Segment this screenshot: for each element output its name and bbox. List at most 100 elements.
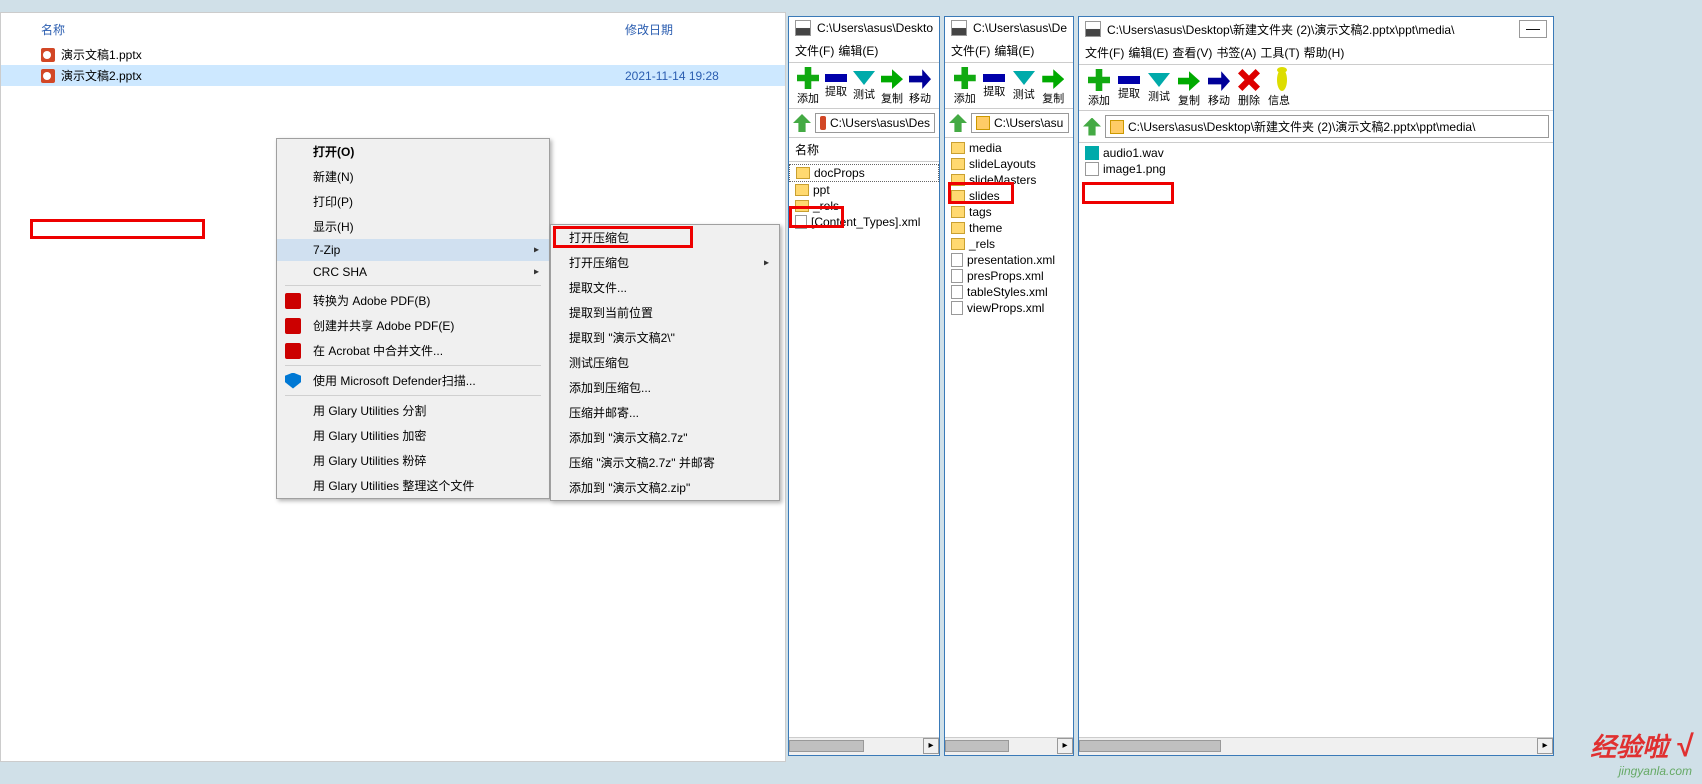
menu-bookmark[interactable]: 书签(A) <box>1216 44 1256 61</box>
menu-file[interactable]: 文件(F) <box>951 42 990 59</box>
menu-glary-encrypt[interactable]: 用 Glary Utilities 加密 <box>277 423 549 448</box>
menu-glary-split[interactable]: 用 Glary Utilities 分割 <box>277 398 549 423</box>
menu-share-pdf[interactable]: 创建并共享 Adobe PDF(E) <box>277 313 549 338</box>
menu-edit[interactable]: 编辑(E) <box>838 42 878 59</box>
scroll-thumb[interactable] <box>945 740 1009 752</box>
btn-test[interactable]: 测试 <box>1145 69 1173 108</box>
address-input[interactable]: C:\Users\asu <box>971 113 1069 133</box>
sub-extract-here[interactable]: 提取到当前位置 <box>551 300 779 325</box>
btn-extract[interactable]: 提取 <box>981 67 1009 106</box>
btn-test[interactable]: 测试 <box>1010 67 1038 106</box>
horizontal-scrollbar[interactable]: ▸ <box>789 737 939 755</box>
horizontal-scrollbar[interactable]: ▸ <box>945 737 1073 755</box>
btn-add[interactable]: 添加 <box>1085 69 1113 108</box>
list-item[interactable]: [Content_Types].xml <box>789 214 939 230</box>
list-item[interactable]: presProps.xml <box>945 268 1073 284</box>
list-item[interactable]: docProps <box>789 164 939 182</box>
menu-7zip[interactable]: 7-Zip▸ <box>277 239 549 261</box>
btn-delete[interactable]: 删除 <box>1235 69 1263 108</box>
menu-separator <box>285 395 541 396</box>
up-icon[interactable] <box>1083 118 1101 136</box>
btn-extract[interactable]: 提取 <box>1115 69 1143 108</box>
menu-file[interactable]: 文件(F) <box>795 42 834 59</box>
file-list: docProps ppt _rels [Content_Types].xml <box>789 162 939 737</box>
pdf-icon <box>285 293 301 309</box>
sub-compress-mail[interactable]: 压缩并邮寄... <box>551 400 779 425</box>
sub-open-archive-more[interactable]: 打开压缩包▸ <box>551 250 779 275</box>
list-item[interactable]: slides <box>945 188 1073 204</box>
file-row[interactable]: 演示文稿1.pptx <box>1 44 785 65</box>
chevron-right-icon: ▸ <box>764 257 769 268</box>
btn-move[interactable]: 移动 <box>907 67 933 106</box>
menu-tool[interactable]: 工具(T) <box>1260 44 1299 61</box>
menu-help[interactable]: 帮助(H) <box>1304 44 1345 61</box>
title-bar[interactable]: C:\Users\asus\Desktop <box>789 17 939 39</box>
column-header-row: 名称 修改日期 <box>1 13 785 44</box>
list-item[interactable]: media <box>945 140 1073 156</box>
7zip-icon <box>1085 21 1101 37</box>
menu-edit[interactable]: 编辑(E) <box>994 42 1034 59</box>
menu-glary-shred[interactable]: 用 Glary Utilities 粉碎 <box>277 448 549 473</box>
btn-move[interactable]: 移动 <box>1205 69 1233 108</box>
sub-extract-to[interactable]: 提取到 "演示文稿2\" <box>551 325 779 350</box>
address-bar: C:\Users\asus\Desktop\新建文件夹 (2)\演示文稿2.pp… <box>1079 111 1553 143</box>
list-item[interactable]: viewProps.xml <box>945 300 1073 316</box>
scroll-right-icon[interactable]: ▸ <box>923 738 939 754</box>
scroll-right-icon[interactable]: ▸ <box>1057 738 1073 754</box>
btn-copy[interactable]: 复制 <box>1175 69 1203 108</box>
menu-view[interactable]: 查看(V) <box>1172 44 1212 61</box>
title-bar[interactable]: C:\Users\asus\Desktop\新建文件夹 (2)\演示文稿2.pp… <box>1079 17 1553 41</box>
menu-show[interactable]: 显示(H) <box>277 214 549 239</box>
scroll-thumb[interactable] <box>1079 740 1221 752</box>
sub-extract-files[interactable]: 提取文件... <box>551 275 779 300</box>
list-item[interactable]: presentation.xml <box>945 252 1073 268</box>
menu-glary-tidy[interactable]: 用 Glary Utilities 整理这个文件 <box>277 473 549 498</box>
btn-test[interactable]: 测试 <box>851 67 877 106</box>
menu-bar: 文件(F)编辑(E) <box>789 39 939 63</box>
title-bar[interactable]: C:\Users\asus\Des <box>945 17 1073 39</box>
horizontal-scrollbar[interactable]: ▸ <box>1079 737 1553 755</box>
sub-open-archive[interactable]: 打开压缩包 <box>551 225 779 250</box>
menu-acrobat-merge[interactable]: 在 Acrobat 中合并文件... <box>277 338 549 363</box>
list-item[interactable]: audio1.wav <box>1079 145 1553 161</box>
menu-file[interactable]: 文件(F) <box>1085 44 1124 61</box>
address-input[interactable]: C:\Users\asus\Des <box>815 113 935 133</box>
sub-test[interactable]: 测试压缩包 <box>551 350 779 375</box>
list-item[interactable]: ppt <box>789 182 939 198</box>
list-item[interactable]: _rels <box>945 236 1073 252</box>
col-date[interactable]: 修改日期 <box>625 21 745 38</box>
list-item[interactable]: tableStyles.xml <box>945 284 1073 300</box>
btn-copy[interactable]: 复制 <box>1040 67 1068 106</box>
list-item[interactable]: slideMasters <box>945 172 1073 188</box>
up-icon[interactable] <box>949 114 967 132</box>
sub-add-7z[interactable]: 添加到 "演示文稿2.7z" <box>551 425 779 450</box>
list-item[interactable]: image1.png <box>1079 161 1553 177</box>
btn-info[interactable]: 信息 <box>1265 69 1293 108</box>
sub-add-archive[interactable]: 添加到压缩包... <box>551 375 779 400</box>
scroll-thumb[interactable] <box>789 740 864 752</box>
list-item[interactable]: slideLayouts <box>945 156 1073 172</box>
file-row-selected[interactable]: 演示文稿2.pptx 2021-11-14 19:28 <box>1 65 785 86</box>
list-header[interactable]: 名称 <box>789 138 939 162</box>
address-input[interactable]: C:\Users\asus\Desktop\新建文件夹 (2)\演示文稿2.pp… <box>1105 115 1549 138</box>
list-item[interactable]: _rels <box>789 198 939 214</box>
menu-crc-sha[interactable]: CRC SHA▸ <box>277 261 549 283</box>
scroll-right-icon[interactable]: ▸ <box>1537 738 1553 754</box>
menu-convert-pdf[interactable]: 转换为 Adobe PDF(B) <box>277 288 549 313</box>
menu-edit[interactable]: 编辑(E) <box>1128 44 1168 61</box>
menu-defender[interactable]: 使用 Microsoft Defender扫描... <box>277 368 549 393</box>
up-icon[interactable] <box>793 114 811 132</box>
btn-add[interactable]: 添加 <box>795 67 821 106</box>
btn-add[interactable]: 添加 <box>951 67 979 106</box>
sub-add-zip[interactable]: 添加到 "演示文稿2.zip" <box>551 475 779 500</box>
menu-new[interactable]: 新建(N) <box>277 164 549 189</box>
menu-print[interactable]: 打印(P) <box>277 189 549 214</box>
btn-extract[interactable]: 提取 <box>823 67 849 106</box>
menu-open[interactable]: 打开(O) <box>277 139 549 164</box>
col-name[interactable]: 名称 <box>41 21 625 38</box>
sub-compress-7z-mail[interactable]: 压缩 "演示文稿2.7z" 并邮寄 <box>551 450 779 475</box>
list-item[interactable]: tags <box>945 204 1073 220</box>
btn-copy[interactable]: 复制 <box>879 67 905 106</box>
list-item[interactable]: theme <box>945 220 1073 236</box>
minimize-button[interactable]: — <box>1519 20 1547 38</box>
